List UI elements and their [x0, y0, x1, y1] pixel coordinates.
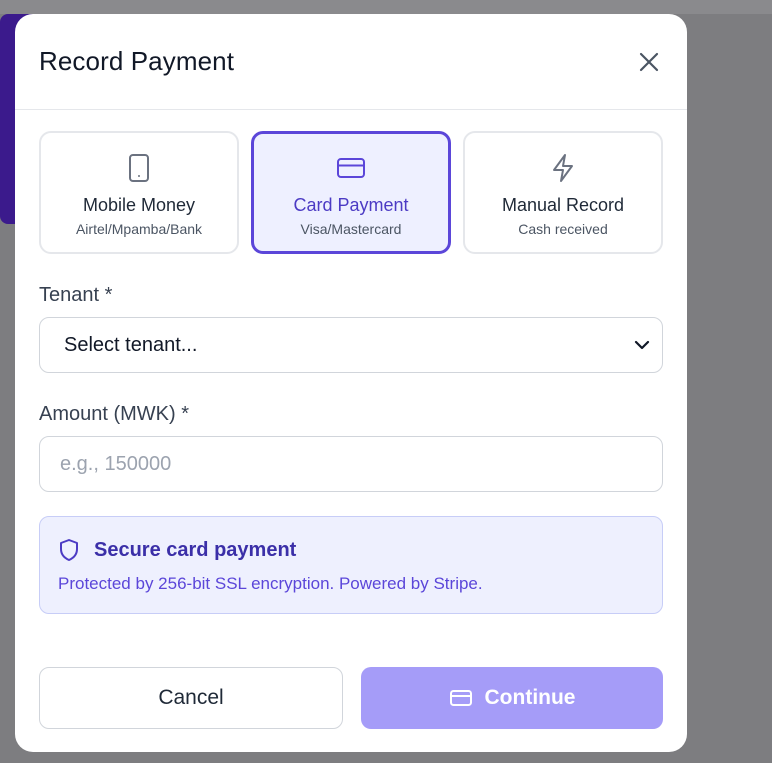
continue-label: Continue: [484, 686, 576, 709]
phone-icon: [128, 152, 150, 184]
notice-body: Protected by 256-bit SSL encryption. Pow…: [58, 574, 483, 593]
cancel-button[interactable]: Cancel: [39, 667, 343, 729]
credit-card-icon: [336, 152, 366, 184]
tenant-select[interactable]: Select tenant...: [39, 317, 663, 373]
amount-input-wrapper: [39, 436, 663, 492]
method-title: Mobile Money: [82, 195, 196, 215]
tenant-label: Tenant *: [39, 284, 113, 306]
backdrop: [0, 0, 772, 14]
close-button[interactable]: [635, 48, 663, 76]
method-title: Card Payment: [293, 195, 409, 215]
record-payment-modal: Record Payment Mobile Money Airtel/Mpamb…: [15, 14, 687, 752]
modal-actions: Cancel Continue: [39, 667, 663, 729]
method-mobile-money[interactable]: Mobile Money Airtel/Mpamba/Bank: [39, 131, 239, 254]
notice-header: Secure card payment: [58, 538, 644, 562]
modal-title: Record Payment: [39, 46, 235, 76]
lightning-icon: [550, 152, 576, 184]
continue-button[interactable]: Continue: [361, 667, 663, 729]
method-manual-record[interactable]: Manual Record Cash received: [463, 131, 663, 254]
method-subtitle: Visa/Mastercard: [300, 221, 402, 237]
method-subtitle: Cash received: [518, 221, 608, 237]
payment-method-options: Mobile Money Airtel/Mpamba/Bank Card Pay…: [15, 110, 687, 254]
method-subtitle: Airtel/Mpamba/Bank: [75, 221, 203, 237]
notice-title: Secure card payment: [94, 538, 297, 561]
amount-input[interactable]: [58, 451, 644, 477]
tenant-field: Tenant * Select tenant...: [15, 284, 687, 373]
tenant-select-value: Select tenant...: [64, 333, 198, 356]
secure-payment-notice: Secure card payment Protected by 256-bit…: [39, 516, 663, 614]
modal-header: Record Payment: [15, 14, 687, 110]
amount-field: Amount (MWK) *: [15, 403, 687, 492]
credit-card-icon: [449, 690, 472, 706]
method-title: Manual Record: [501, 195, 625, 215]
method-card-payment[interactable]: Card Payment Visa/Mastercard: [251, 131, 451, 254]
amount-label: Amount (MWK) *: [39, 403, 190, 425]
chevron-down-icon: [634, 340, 650, 350]
shield-icon: [60, 539, 78, 561]
close-icon: [639, 52, 659, 71]
